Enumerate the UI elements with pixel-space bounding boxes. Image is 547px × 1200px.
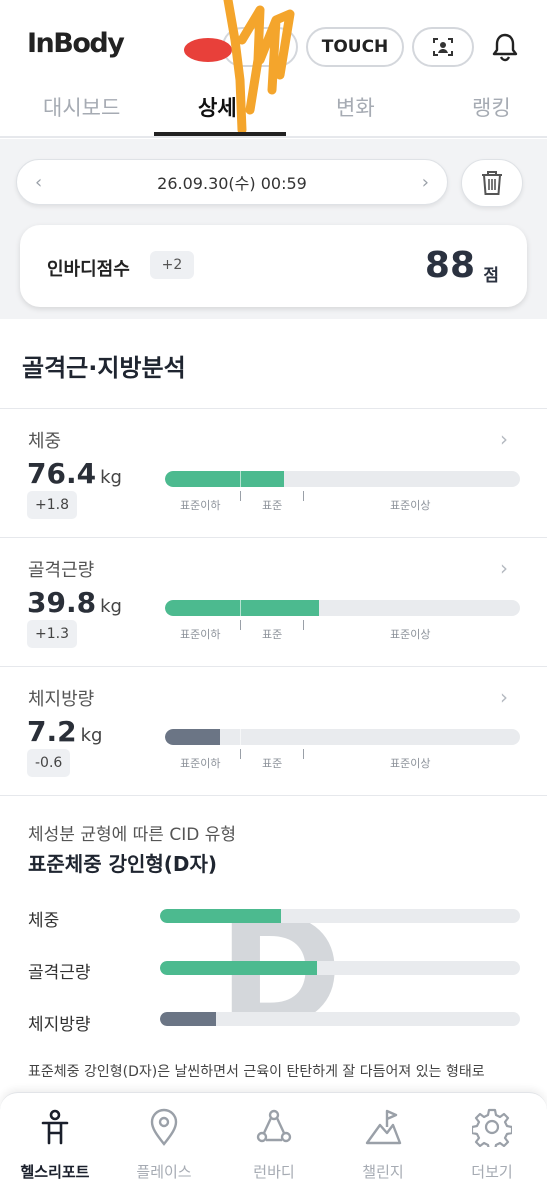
divider: [0, 795, 547, 796]
runbody-icon: [256, 1109, 292, 1143]
metric-delta-badge: +1.3: [27, 620, 77, 648]
chevron-right-icon: ›: [500, 427, 508, 451]
nav-health-report[interactable]: 헬스리포트: [5, 1107, 105, 1182]
bar-tick: [240, 471, 241, 487]
scale-line: [303, 749, 304, 759]
metric-delta-badge: +1.8: [27, 491, 77, 519]
bar-tick: [240, 600, 241, 616]
cid-subtitle: 체성분 균형에 따른 CID 유형: [28, 825, 236, 845]
face-scan-icon: [433, 38, 453, 56]
tab-bar: 대시보드 상세 변화 랭킹: [0, 78, 547, 136]
gear-icon: [472, 1108, 512, 1147]
metric-row-fat[interactable]: 체지방량 7.2 kg -0.6 › 표준이하 표준 표준이상: [0, 667, 547, 795]
score-unit: 점: [483, 266, 499, 286]
nav-runbody[interactable]: 런바디: [224, 1107, 324, 1182]
tab-detail[interactable]: 상세: [198, 92, 237, 122]
metric-delta-badge: -0.6: [27, 749, 71, 777]
metric-row-weight[interactable]: 체중 76.4 kg +1.8 › 표준이하 표준 표준이상: [0, 409, 547, 537]
metric-bar: [165, 729, 520, 745]
scale-line: [303, 620, 304, 630]
cid-bar: [160, 961, 520, 975]
score-delta-badge: +2: [150, 251, 194, 279]
app-header: InBody TOUCH 대시보드 상세 변화 랭킹: [0, 0, 547, 138]
nav-label: 챌린지: [362, 1163, 404, 1181]
health-report-icon: [41, 1109, 69, 1145]
nav-label: 런바디: [253, 1163, 295, 1181]
cid-row-label: 체중: [28, 911, 60, 931]
scale-label-mid: 표준: [262, 757, 283, 770]
cid-bar-fill: [160, 961, 317, 975]
next-date-button[interactable]: ›: [422, 172, 429, 193]
date-selector[interactable]: ‹ 26.09.30(수) 00:59 ›: [16, 159, 448, 205]
score-label: 인바디점수: [47, 259, 130, 280]
cid-bar-fill: [160, 909, 281, 923]
delete-button[interactable]: [461, 159, 523, 207]
measurement-date: 26.09.30(수) 00:59: [157, 174, 307, 193]
scale-label-low: 표준이하: [180, 757, 221, 770]
inbody-score-card[interactable]: 인바디점수 +2 88 점: [20, 225, 527, 307]
touch-button[interactable]: TOUCH: [306, 27, 404, 67]
scale-line: [240, 491, 241, 501]
nav-challenge[interactable]: 챌린지: [333, 1107, 433, 1182]
metric-value: 39.8 kg: [27, 586, 122, 619]
metric-bar-fill: [165, 471, 284, 487]
trash-icon: [482, 171, 502, 195]
nav-place[interactable]: 플레이스: [114, 1107, 214, 1182]
cid-bar-fill: [160, 1012, 216, 1026]
scale-label-high: 표준이상: [390, 628, 431, 641]
metric-label: 체지방량: [28, 689, 95, 710]
nav-label: 헬스리포트: [20, 1163, 90, 1181]
bell-icon[interactable]: [488, 30, 522, 64]
metric-value: 76.4 kg: [27, 457, 122, 490]
chevron-right-icon: ›: [500, 685, 508, 709]
section-title: 골격근·지방분석: [22, 354, 186, 382]
prev-date-button[interactable]: ‹: [35, 172, 42, 193]
scale-label-high: 표준이상: [390, 499, 431, 512]
tab-ranking[interactable]: 랭킹: [472, 92, 511, 122]
summary-section: ‹ 26.09.30(수) 00:59 › 인바디점수 +2 88 점: [0, 139, 547, 319]
location-pin-icon: [150, 1108, 178, 1146]
metric-bar-fill: [165, 600, 320, 616]
nav-label: 플레이스: [136, 1163, 192, 1181]
account-button[interactable]: [222, 27, 298, 67]
inbody-logo: InBody: [27, 28, 125, 59]
cid-bar: [160, 909, 520, 923]
scale-label-low: 표준이하: [180, 628, 221, 641]
metric-bar-fill: [165, 729, 221, 745]
scale-label-mid: 표준: [262, 628, 283, 641]
cid-title: 표준체중 강인형(D자): [28, 852, 218, 876]
cid-row-label: 골격근량: [28, 963, 91, 983]
bottom-nav: 헬스리포트 플레이스 런바디 챌린지 더보기: [0, 1092, 547, 1200]
cid-bar: [160, 1012, 520, 1026]
nav-more[interactable]: 더보기: [442, 1107, 542, 1182]
metric-bar: [165, 600, 520, 616]
metric-label: 골격근량: [28, 560, 95, 581]
face-scan-button[interactable]: [412, 27, 474, 67]
active-tab-indicator: [154, 132, 286, 136]
bar-tick: [240, 729, 241, 745]
chevron-right-icon: ›: [500, 556, 508, 580]
cid-row-label: 체지방량: [28, 1015, 91, 1035]
scale-line: [240, 620, 241, 630]
metric-bar: [165, 471, 520, 487]
scale-label-low: 표준이하: [180, 499, 221, 512]
scale-line: [303, 491, 304, 501]
tab-dashboard[interactable]: 대시보드: [43, 92, 120, 122]
challenge-flag-icon: [365, 1109, 402, 1145]
tab-change[interactable]: 변화: [336, 92, 375, 122]
metric-label: 체중: [28, 431, 62, 452]
metric-value: 7.2 kg: [27, 715, 103, 748]
nav-label: 더보기: [471, 1163, 513, 1181]
metric-row-muscle[interactable]: 골격근량 39.8 kg +1.3 › 표준이하 표준 표준이상: [0, 538, 547, 666]
scale-label-high: 표준이상: [390, 757, 431, 770]
scale-line: [240, 749, 241, 759]
score-value: 88: [424, 245, 475, 286]
scale-label-mid: 표준: [262, 499, 283, 512]
